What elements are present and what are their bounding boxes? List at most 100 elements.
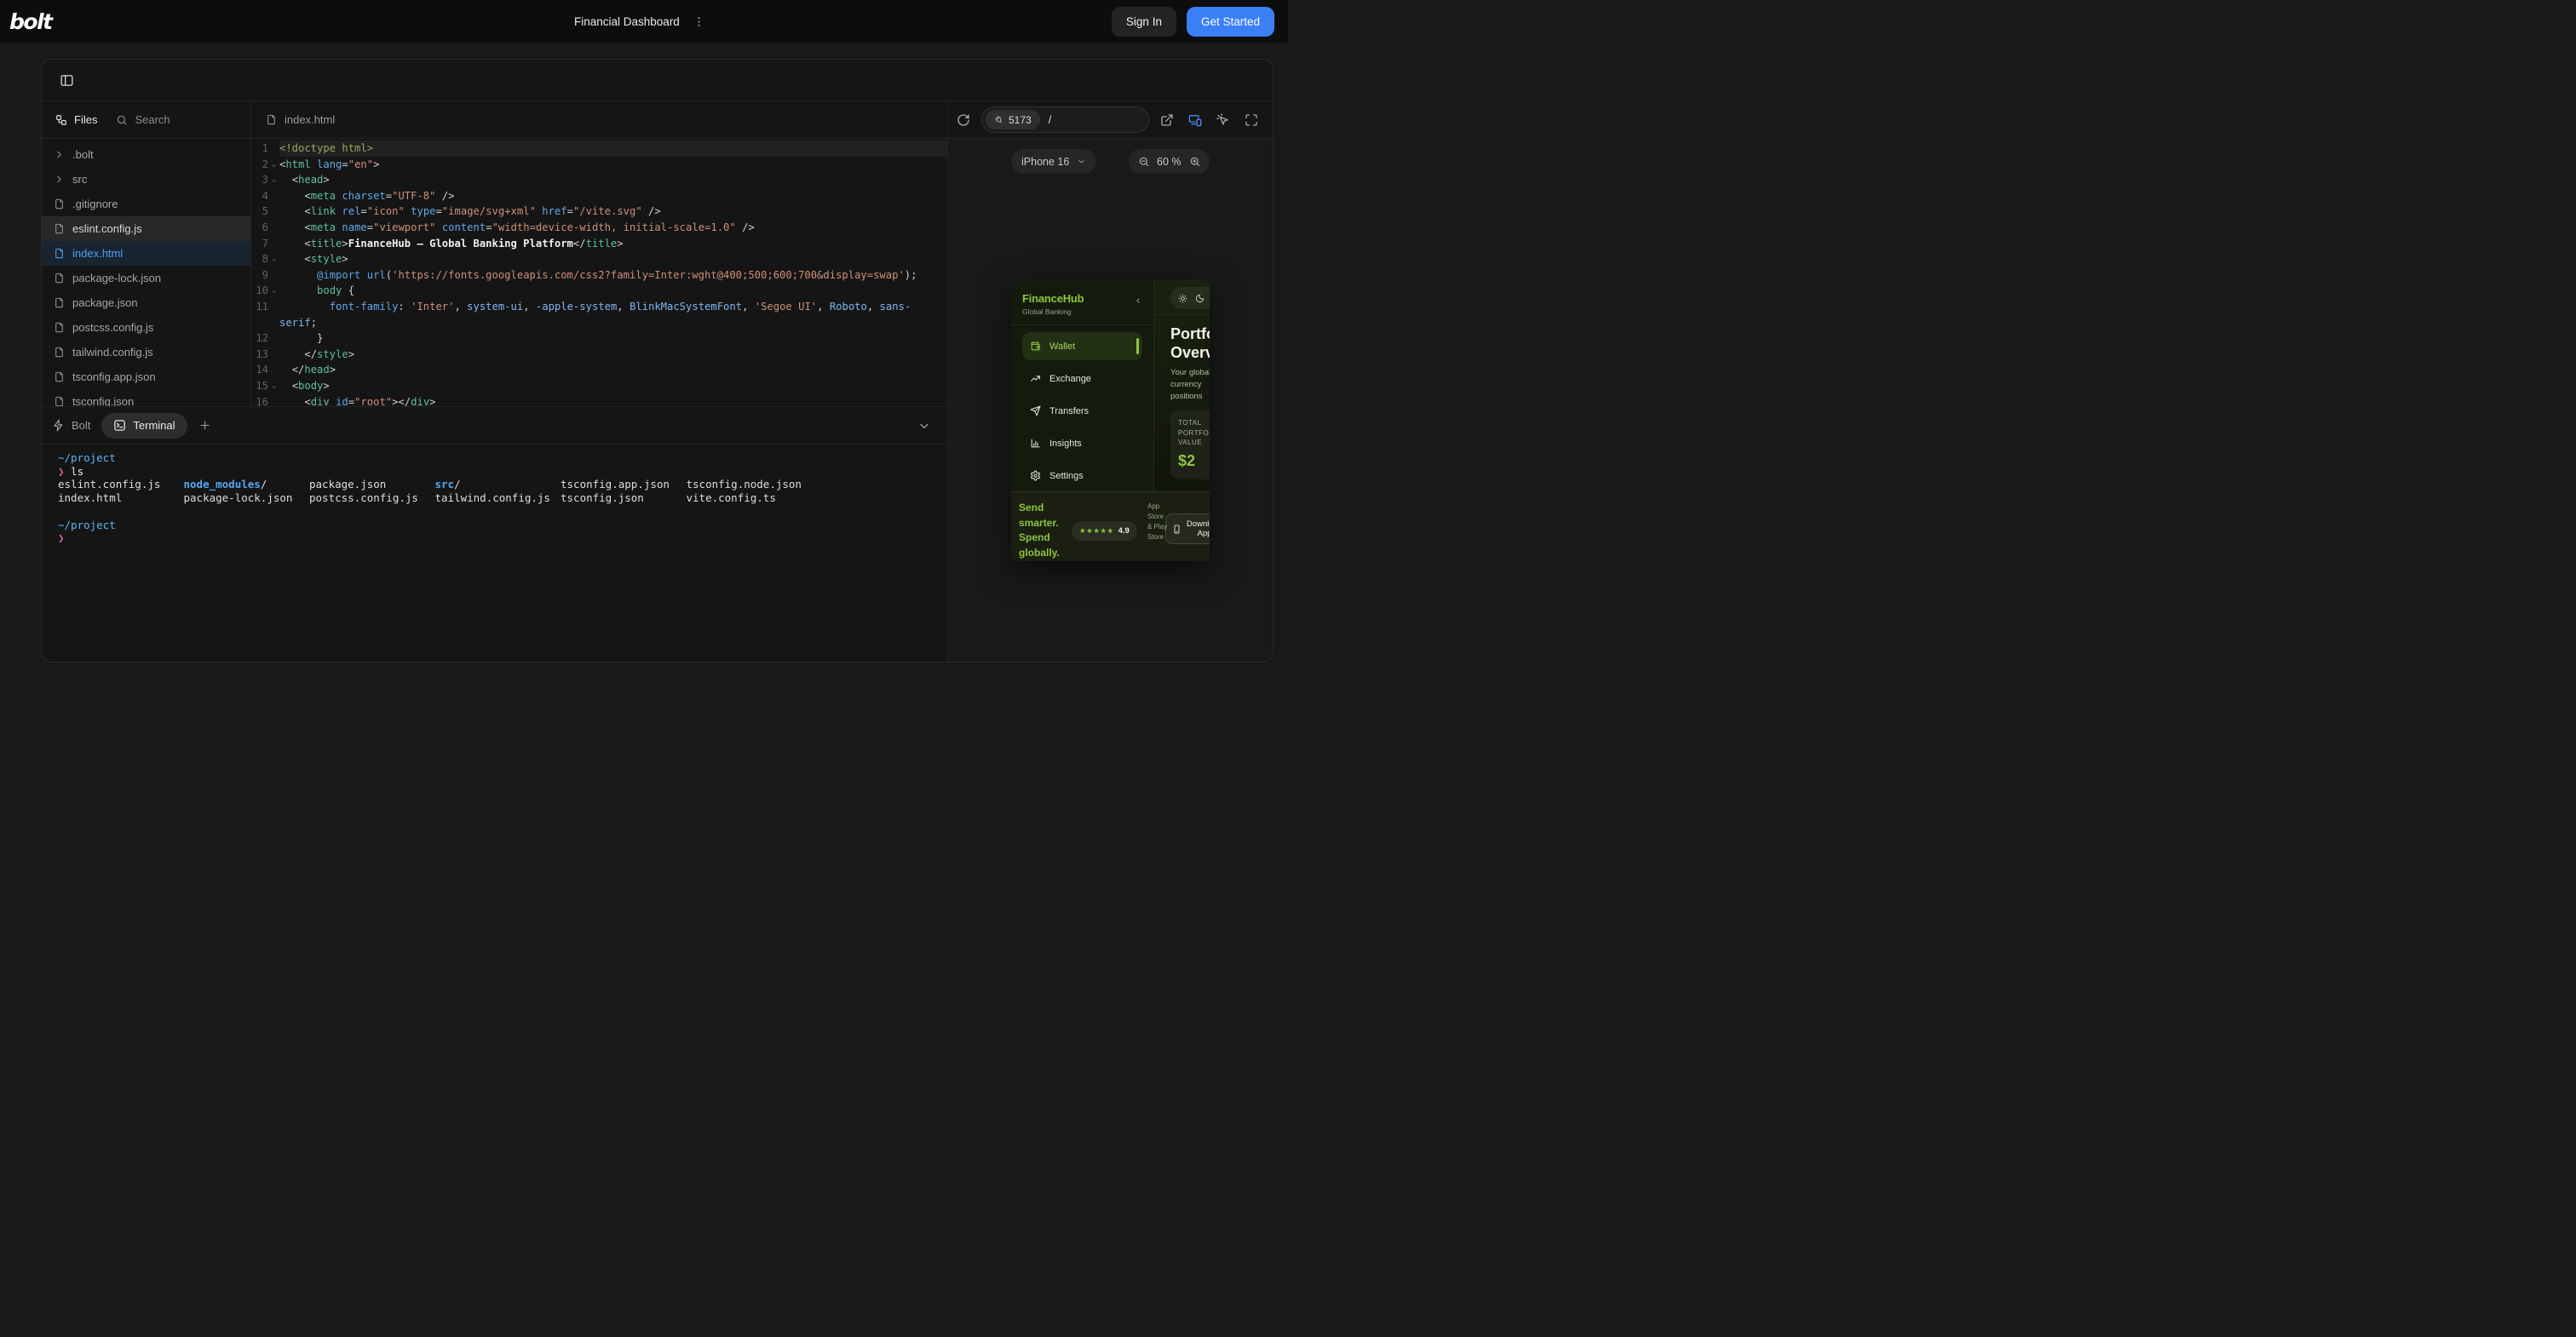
portfolio-card-value: $2 xyxy=(1178,452,1210,470)
terminal-tab-terminal[interactable]: Terminal xyxy=(101,413,187,439)
app-nav-wallet[interactable]: Wallet xyxy=(1022,332,1142,360)
device-selector[interactable]: iPhone 16 xyxy=(1011,149,1096,174)
zoom-level: 60 % xyxy=(1157,156,1182,168)
file-name: tailwind.config.js xyxy=(72,346,153,359)
code-line: 7 <title>FinanceHub – Global Banking Pla… xyxy=(251,236,947,252)
editor-tabbar: index.html xyxy=(251,101,947,139)
file-tree-item[interactable]: .bolt xyxy=(42,142,250,167)
editor-tab-index-html[interactable]: index.html xyxy=(266,113,335,126)
theme-toggle[interactable] xyxy=(1170,287,1210,309)
tab-files[interactable]: Files xyxy=(55,113,97,126)
file-tree-item[interactable]: index.html xyxy=(42,241,250,266)
fold-icon[interactable]: ⌄ xyxy=(268,283,279,299)
file-tree: .bolt src .gitignoreeslint.config.jsindex.… xyxy=(42,139,250,406)
terminal-tab-bolt[interactable]: Bolt xyxy=(52,419,90,432)
code-line: 2⌄<html lang="en"> xyxy=(251,157,947,173)
bolt-logo[interactable]: bolt xyxy=(9,9,52,34)
port-number: 5173 xyxy=(1009,114,1032,126)
code-line: 15⌄ <body> xyxy=(251,378,947,394)
app-heading: Portfolio Overview xyxy=(1170,324,1210,362)
file-tree-item[interactable]: package-lock.json xyxy=(42,266,250,290)
file-explorer: Files Search .bolt src .gitignoreeslint.co… xyxy=(42,101,251,406)
chevron-down-icon xyxy=(1077,157,1086,166)
fold-icon xyxy=(268,394,279,407)
collapse-app-sidebar-icon[interactable] xyxy=(1134,296,1142,305)
fold-icon xyxy=(268,299,279,330)
file-tree-item[interactable]: tailwind.config.js xyxy=(42,340,250,364)
code-line: 11 font-family: 'Inter', system-ui, -app… xyxy=(251,299,947,330)
zoom-out-icon[interactable] xyxy=(1138,156,1150,168)
fullscreen-icon[interactable] xyxy=(1245,113,1258,127)
download-app-label: Download App xyxy=(1186,519,1210,538)
plug-icon xyxy=(994,115,1003,124)
line-number: 9 xyxy=(251,267,268,284)
pointer-events-icon[interactable] xyxy=(1216,113,1230,127)
top-navigation: bolt Financial Dashboard Sign In Get Sta… xyxy=(0,0,1288,43)
open-in-new-tab-icon[interactable] xyxy=(1160,113,1174,127)
app-nav-insights[interactable]: Insights xyxy=(1022,429,1142,457)
reload-preview-icon[interactable] xyxy=(957,113,970,127)
fold-icon[interactable]: ⌄ xyxy=(268,157,279,173)
file-name: .bolt xyxy=(72,148,94,161)
file-tree-item[interactable]: tsconfig.app.json xyxy=(42,364,250,389)
file-name: src xyxy=(72,173,87,186)
tab-search[interactable]: Search xyxy=(116,113,170,126)
app-nav-transfers[interactable]: Transfers xyxy=(1022,397,1142,425)
send-icon xyxy=(1030,405,1041,416)
line-number: 5 xyxy=(251,204,268,220)
explorer-tabs: Files Search xyxy=(42,101,250,139)
code-editor[interactable]: 1<!doctype html>2⌄<html lang="en">3⌄ <he… xyxy=(251,139,947,406)
download-app-button[interactable]: Download App xyxy=(1165,514,1210,544)
star-icons: ★★★★★ xyxy=(1079,526,1114,536)
file-tree-item[interactable]: package.json xyxy=(42,290,250,315)
smartphone-icon xyxy=(1172,524,1182,535)
get-started-button[interactable]: Get Started xyxy=(1187,7,1274,37)
port-badge[interactable]: 5173 xyxy=(986,110,1040,129)
fold-icon[interactable]: ⌄ xyxy=(268,378,279,394)
device-mode-icon[interactable] xyxy=(1188,113,1202,127)
line-number: 6 xyxy=(251,220,268,236)
fold-icon xyxy=(268,362,279,378)
collapse-terminal-icon[interactable] xyxy=(917,419,931,433)
terminal-ls-row: eslint.config.jsnode_modules/package.jso… xyxy=(58,478,947,491)
file-icon xyxy=(54,273,65,284)
terminal-command: ❯ ls xyxy=(58,465,947,479)
line-number: 14 xyxy=(251,362,268,378)
code-line: 16 <div id="root"></div> xyxy=(251,394,947,407)
rating-badge: ★★★★★ 4.9 xyxy=(1072,521,1137,541)
zoom-in-icon[interactable] xyxy=(1189,156,1201,168)
file-icon xyxy=(54,396,65,406)
file-tree-item[interactable]: eslint.config.js xyxy=(42,216,250,241)
app-nav-settings[interactable]: Settings xyxy=(1022,462,1142,490)
terminal-output[interactable]: ~/project ❯ lseslint.config.jsnode_module… xyxy=(42,445,947,662)
kebab-menu-icon[interactable] xyxy=(693,15,705,28)
terminal-cwd: ~/project xyxy=(58,519,947,532)
preview-url-bar[interactable]: 5173 / xyxy=(981,106,1149,133)
preview-toolbar: 5173 / xyxy=(948,101,1273,139)
file-tree-item[interactable]: tsconfig.json xyxy=(42,389,250,406)
workbench-header xyxy=(42,60,1273,101)
moon-icon[interactable] xyxy=(1195,294,1205,303)
app-nav-label: Wallet xyxy=(1049,341,1075,352)
file-tree-item[interactable]: .gitignore xyxy=(42,192,250,216)
line-number: 16 xyxy=(251,394,268,407)
toggle-sidebar-icon[interactable] xyxy=(60,73,74,88)
fold-icon xyxy=(268,141,279,157)
file-tree-item[interactable]: src xyxy=(42,167,250,192)
sun-icon[interactable] xyxy=(1178,294,1187,303)
file-icon xyxy=(54,297,65,308)
bolt-tab-label: Bolt xyxy=(72,419,90,432)
search-icon xyxy=(116,114,128,126)
new-terminal-icon[interactable] xyxy=(198,419,211,432)
terminal-icon xyxy=(113,419,126,432)
terminal-ls-row: index.htmlpackage-lock.jsonpostcss.confi… xyxy=(58,491,947,505)
line-number: 11 xyxy=(251,299,268,330)
sign-in-button[interactable]: Sign In xyxy=(1112,7,1176,37)
line-number: 15 xyxy=(251,378,268,394)
app-nav-exchange[interactable]: Exchange xyxy=(1022,364,1142,393)
code-line: 9 @import url('https://fonts.googleapis.… xyxy=(251,267,947,284)
app-brand: FinanceHub xyxy=(1022,292,1084,305)
file-tree-item[interactable]: postcss.config.js xyxy=(42,315,250,340)
fold-icon[interactable]: ⌄ xyxy=(268,172,279,188)
fold-icon[interactable]: ⌄ xyxy=(268,251,279,267)
